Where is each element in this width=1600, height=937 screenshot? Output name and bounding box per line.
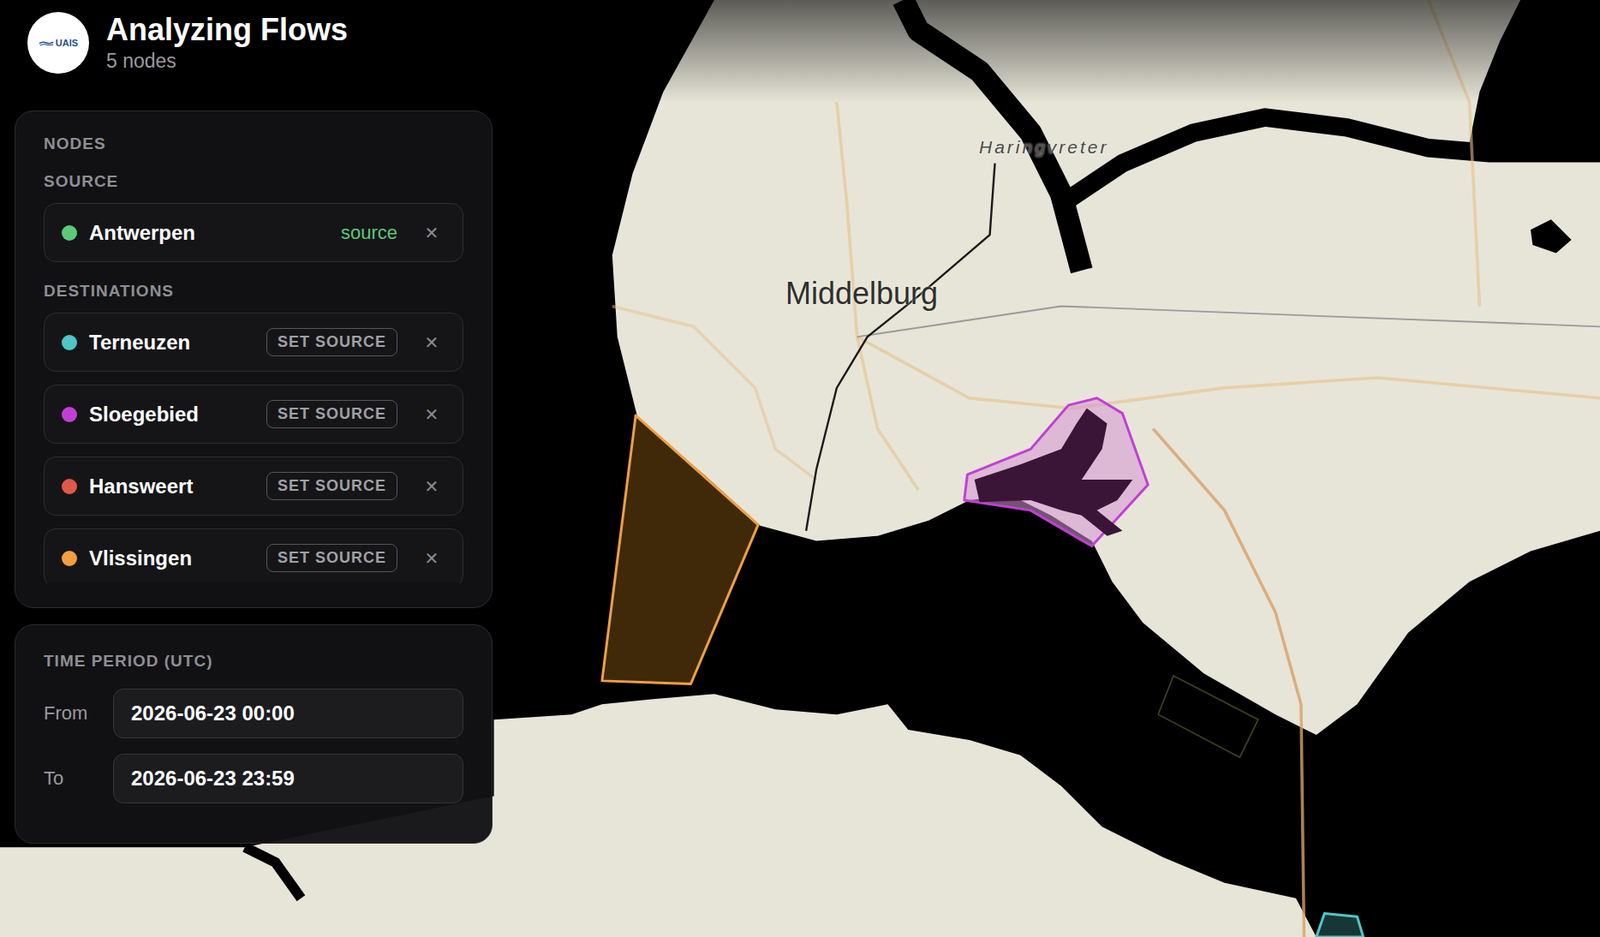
destination-row[interactable]: Hansweert SET SOURCE ✕ [43, 456, 464, 516]
road [857, 336, 1600, 408]
remove-button[interactable]: ✕ [423, 222, 441, 244]
remove-button[interactable]: ✕ [423, 404, 441, 425]
lake-east [1061, 117, 1600, 204]
remove-button[interactable]: ✕ [423, 476, 441, 497]
sidebar: UAIS Analyzing Flows5 nodes NODES SOURCE Ant… [14, 0, 493, 844]
time-field: From2026-06-23 00:00 [43, 688, 464, 739]
node-name: Antwerpen [89, 220, 329, 245]
node-count: 5 nodes [106, 49, 348, 73]
north-land [612, 0, 1600, 735]
border-line [857, 306, 1600, 338]
remove-button[interactable]: ✕ [423, 332, 441, 353]
logo-text: UAIS [55, 37, 78, 48]
header: UAIS Analyzing Flows5 nodes [14, 0, 493, 74]
time-field: To2026-06-23 23:59 [43, 753, 464, 804]
destination-list[interactable]: Terneuzen SET SOURCE ✕ Sloegebied SET SOURCE… [43, 312, 464, 584]
dock [974, 408, 1134, 537]
area-outline [1158, 675, 1259, 758]
destinations-heading: DESTINATIONS [43, 280, 464, 302]
destination-row[interactable]: Sloegebied SET SOURCE ✕ [43, 384, 464, 444]
status-dot [61, 334, 78, 351]
nodes-panel: NODES SOURCE Antwerpen source ✕ DESTINATIONS T… [14, 110, 493, 609]
node-name: Terneuzen [89, 330, 255, 355]
datetime-input[interactable]: 2026-06-23 00:00 [113, 688, 464, 739]
time-heading: TIME PERIOD (UTC) [43, 650, 464, 672]
status-dot [61, 225, 78, 241]
node-name: Sloegebied [89, 402, 255, 427]
set-source-button[interactable]: SET SOURCE [266, 400, 398, 429]
time-panel: TIME PERIOD (UTC)From2026-06-23 00:00To2… [14, 624, 493, 844]
source-heading: SOURCE [43, 171, 464, 192]
set-source-button[interactable]: SET SOURCE [266, 543, 398, 573]
logo[interactable]: UAIS [27, 11, 90, 74]
pond [1530, 219, 1572, 253]
field-label: From [43, 702, 114, 725]
set-source-button[interactable]: SET SOURCE [266, 328, 398, 357]
node-name: Vlissingen [89, 546, 255, 571]
title-block: Analyzing Flows5 nodes [106, 12, 348, 74]
zone[interactable] [964, 398, 1148, 547]
zone[interactable] [602, 415, 759, 684]
status-dot [61, 550, 78, 567]
canal [244, 847, 302, 899]
map-label: Middelburg [785, 275, 938, 312]
source-badge: source [340, 221, 398, 245]
nodes-heading: NODES [43, 133, 464, 155]
ship-icon [38, 38, 54, 48]
set-source-button[interactable]: SET SOURCE [266, 471, 398, 501]
field-label: To [43, 767, 114, 790]
source-row[interactable]: Antwerpen source ✕ [43, 202, 464, 263]
destination-row[interactable]: Terneuzen SET SOURCE ✕ [43, 312, 464, 372]
map-label: Haringvreter [979, 137, 1110, 158]
node-name: Hansweert [89, 474, 255, 499]
flow-analyzer: Middelburg Haringvreter UAIS Analyzing Flow… [0, 0, 1600, 937]
datetime-input[interactable]: 2026-06-23 23:59 [113, 753, 464, 804]
remove-button[interactable]: ✕ [423, 548, 441, 569]
title: Analyzing Flows [106, 12, 348, 48]
road [1152, 429, 1304, 937]
zone[interactable] [1316, 913, 1364, 937]
status-dot [61, 478, 78, 495]
destination-row[interactable]: Vlissingen SET SOURCE ✕ [43, 528, 464, 584]
status-dot [61, 406, 78, 423]
